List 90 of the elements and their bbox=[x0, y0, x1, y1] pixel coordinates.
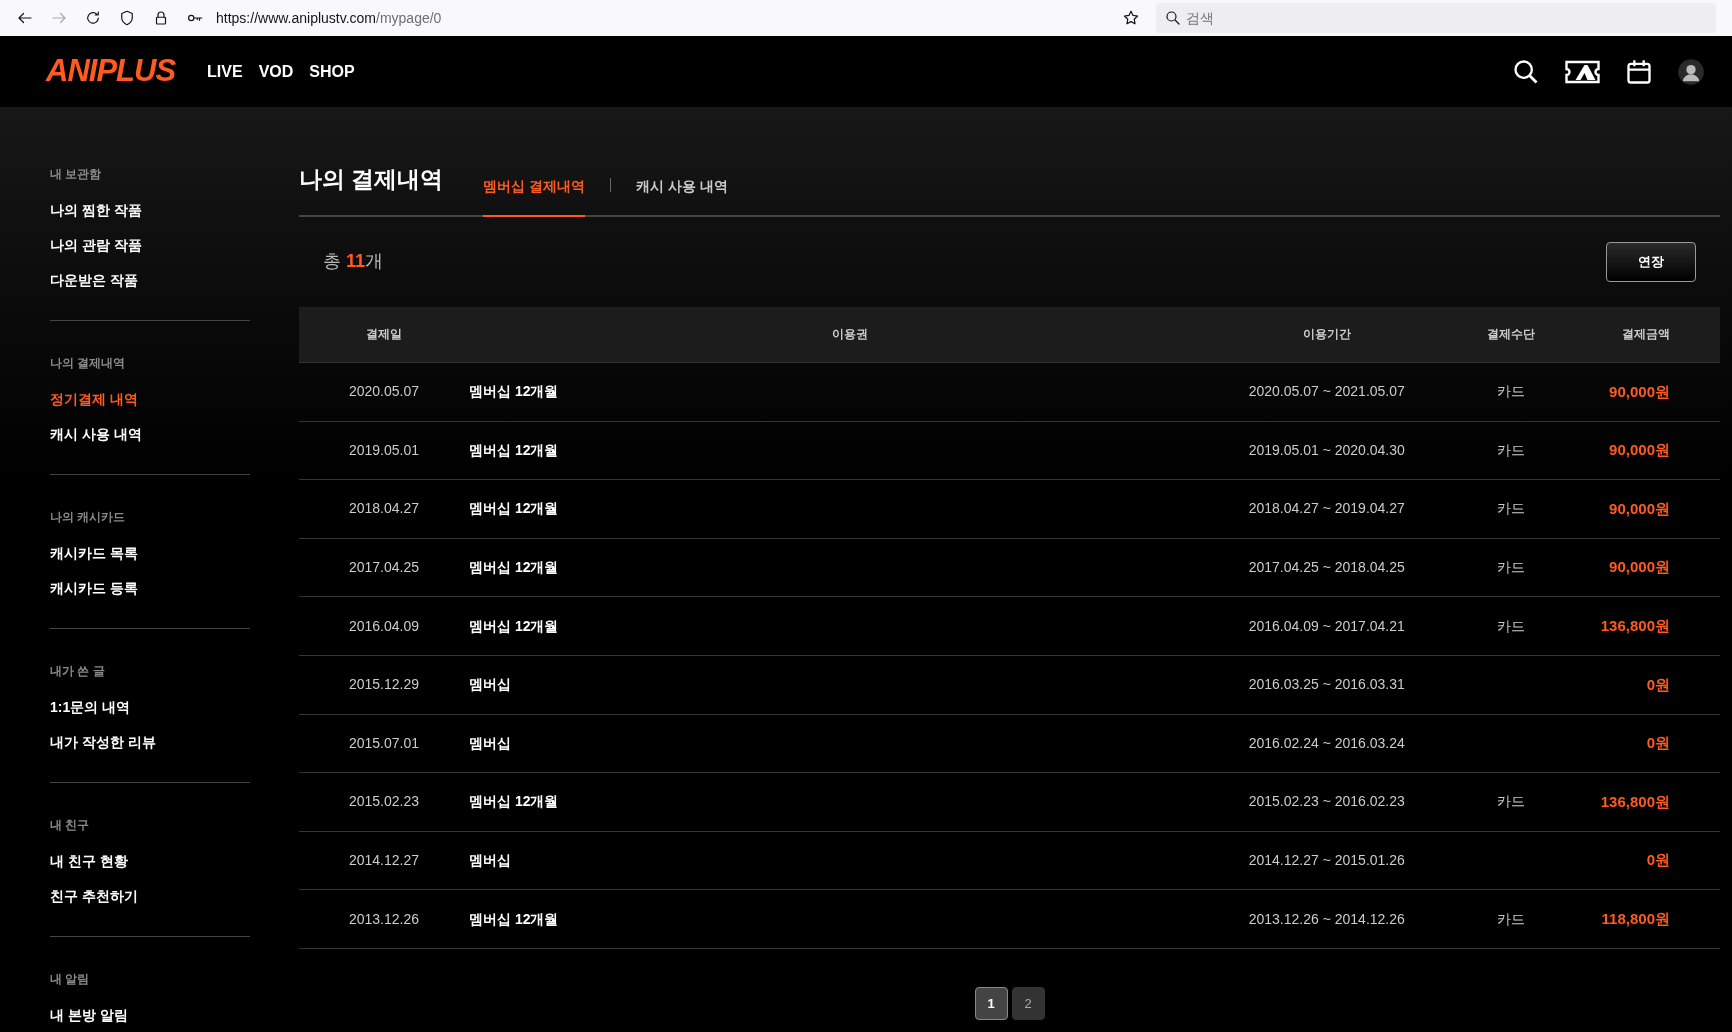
table-cell: 2018.04.27 ~ 2019.04.27 bbox=[1231, 479, 1422, 539]
column-header: 결제금액 bbox=[1599, 306, 1720, 363]
table-cell: 2013.12.26 bbox=[299, 889, 469, 949]
table-cell: 2016.03.25 ~ 2016.03.31 bbox=[1231, 655, 1422, 715]
calendar-icon[interactable] bbox=[1625, 57, 1653, 86]
table-cell: 0원 bbox=[1599, 831, 1720, 890]
nav-link[interactable]: VOD bbox=[258, 59, 294, 84]
sidebar-item[interactable]: 친구 추천하기 bbox=[50, 879, 250, 914]
tab[interactable]: 멤버십 결제내역 bbox=[483, 163, 586, 217]
sidebar-item[interactable]: 내 친구 현황 bbox=[50, 844, 250, 879]
table-cell: 2019.05.01 bbox=[299, 421, 469, 480]
search-icon[interactable] bbox=[1512, 57, 1540, 86]
total-count: 총 11개 bbox=[323, 250, 384, 273]
section-title: 내 보관함 bbox=[50, 166, 103, 183]
table-cell: 90,000원 bbox=[1599, 421, 1720, 480]
sidebar-item[interactable]: 캐시 사용 내역 bbox=[50, 417, 250, 452]
table-cell: 카드 bbox=[1421, 596, 1600, 656]
table-cell: 2020.05.07 bbox=[299, 362, 469, 422]
table-cell: 2019.05.01 ~ 2020.04.30 bbox=[1231, 421, 1422, 480]
section-title: 내 알림 bbox=[50, 971, 91, 988]
column-header: 결제일 bbox=[299, 306, 469, 363]
shield-icon bbox=[118, 9, 136, 27]
sidebar-item[interactable]: 내가 작성한 리뷰 bbox=[50, 725, 250, 760]
table-cell: 멤버십 12개월 bbox=[469, 889, 1232, 949]
section-title: 내가 쓴 글 bbox=[50, 663, 106, 680]
column-header: 결제수단 bbox=[1421, 306, 1600, 363]
search-icon bbox=[1164, 9, 1182, 27]
section-title: 내 친구 bbox=[50, 817, 91, 834]
table-cell: 멤버십 12개월 bbox=[469, 538, 1232, 597]
table-cell: 90,000원 bbox=[1599, 479, 1720, 539]
nav-link[interactable]: SHOP bbox=[309, 59, 355, 84]
table-cell: 카드 bbox=[1421, 772, 1600, 832]
table-cell: 2014.12.27 bbox=[299, 831, 469, 890]
table-cell: 136,800원 bbox=[1599, 596, 1720, 656]
page-title: 나의 결제내역 bbox=[299, 165, 444, 194]
table-cell: 카드 bbox=[1421, 421, 1600, 480]
table-cell: 2017.04.25 bbox=[299, 538, 469, 597]
table-cell: 2015.07.01 bbox=[299, 714, 469, 773]
table-cell: 2016.04.09 bbox=[299, 596, 469, 656]
table-cell: 멤버십 12개월 bbox=[469, 479, 1232, 539]
reload-icon[interactable] bbox=[84, 9, 102, 27]
table-cell: 2020.05.07 ~ 2021.05.07 bbox=[1231, 362, 1422, 422]
table-cell: 멤버십 bbox=[469, 831, 1232, 890]
extend-button[interactable]: 연장 bbox=[1606, 241, 1696, 282]
table-cell: 2018.04.27 bbox=[299, 479, 469, 539]
table-cell: 90,000원 bbox=[1599, 362, 1720, 422]
sidebar-item[interactable]: 캐시카드 등록 bbox=[50, 571, 250, 606]
sidebar-item[interactable]: 나의 관람 작품 bbox=[50, 228, 250, 263]
page-button[interactable]: 1 bbox=[974, 986, 1008, 1020]
star-icon[interactable] bbox=[1122, 9, 1140, 27]
sidebar-item[interactable]: 캐시카드 목록 bbox=[50, 536, 250, 571]
table-cell: 카드 bbox=[1421, 479, 1600, 539]
page-button[interactable]: 2 bbox=[1011, 986, 1045, 1020]
table-cell: 카드 bbox=[1421, 538, 1600, 597]
column-header: 이용권 bbox=[469, 306, 1232, 363]
sidebar-item[interactable]: 나의 찜한 작품 bbox=[50, 193, 250, 228]
table-cell: 멤버십 12개월 bbox=[469, 362, 1232, 422]
table-cell: 90,000원 bbox=[1599, 538, 1720, 597]
table-cell: 0원 bbox=[1599, 714, 1720, 773]
table-cell: 멤버십 12개월 bbox=[469, 596, 1232, 656]
table-cell: 136,800원 bbox=[1599, 772, 1720, 832]
sidebar-item[interactable]: 다운받은 작품 bbox=[50, 263, 250, 298]
table-cell: 118,800원 bbox=[1599, 889, 1720, 949]
table-cell: 멤버십 bbox=[469, 655, 1232, 715]
url-text[interactable]: https://www.aniplustv.com/mypage/0 bbox=[216, 7, 1106, 29]
table-cell: 2015.02.23 ~ 2016.02.23 bbox=[1231, 772, 1422, 832]
table-cell: 멤버십 12개월 bbox=[469, 772, 1232, 832]
table-cell: 멤버십 12개월 bbox=[469, 421, 1232, 480]
section-title: 나의 캐시카드 bbox=[50, 509, 127, 526]
search-field[interactable]: 검색 bbox=[1156, 3, 1716, 33]
table-cell: 멤버십 bbox=[469, 714, 1232, 773]
table-cell: 2015.12.29 bbox=[299, 655, 469, 715]
column-header: 이용기간 bbox=[1231, 306, 1422, 363]
avatar-icon[interactable] bbox=[1677, 57, 1705, 86]
table-cell: 0원 bbox=[1599, 655, 1720, 715]
sidebar-item[interactable]: 1:1문의 내역 bbox=[50, 690, 250, 725]
table-cell: 카드 bbox=[1421, 362, 1600, 422]
section-title: 나의 결제내역 bbox=[50, 355, 127, 372]
logo[interactable]: ANIPLUS bbox=[46, 48, 176, 95]
table-cell: 카드 bbox=[1421, 889, 1600, 949]
nav-link[interactable]: LIVE bbox=[207, 59, 243, 84]
table-cell: 2016.04.09 ~ 2017.04.21 bbox=[1231, 596, 1422, 656]
table-cell: 2013.12.26 ~ 2014.12.26 bbox=[1231, 889, 1422, 949]
table-cell: 2016.02.24 ~ 2016.03.24 bbox=[1231, 714, 1422, 773]
tab[interactable]: 캐시 사용 내역 bbox=[636, 163, 729, 217]
sidebar-item[interactable]: 정기결제 내역 bbox=[50, 382, 250, 417]
table-cell: 2015.02.23 bbox=[299, 772, 469, 832]
table-cell: 2017.04.25 ~ 2018.04.25 bbox=[1231, 538, 1422, 597]
sidebar-item[interactable]: 내 본방 알림 bbox=[50, 998, 250, 1032]
table-cell: 2014.12.27 ~ 2015.01.26 bbox=[1231, 831, 1422, 890]
